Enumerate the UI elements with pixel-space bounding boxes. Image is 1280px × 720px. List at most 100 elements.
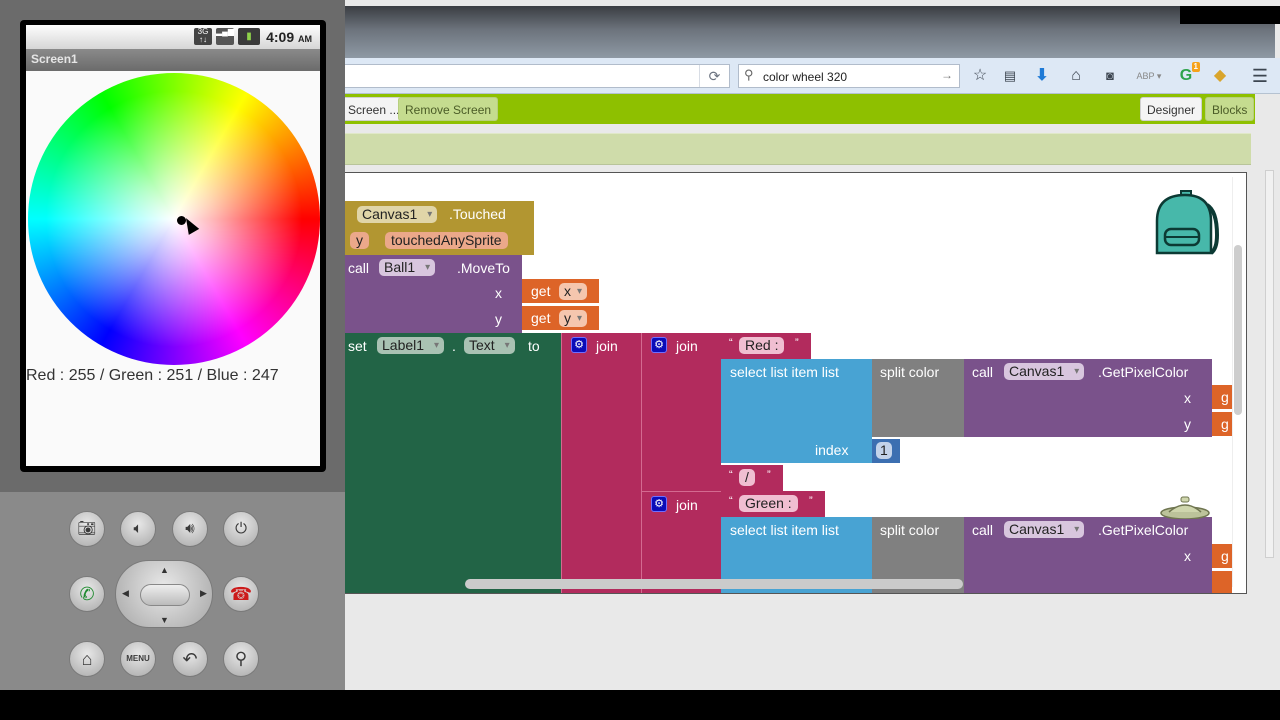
text-green-field[interactable]: Green :	[739, 495, 798, 512]
add-screen-button[interactable]: Screen ...	[341, 97, 407, 121]
backpack-icon[interactable]	[1153, 187, 1220, 259]
ball-moveto-block[interactable]: call Ball1 .MoveTo x y	[345, 255, 522, 333]
menu-button[interactable]: MENU	[120, 641, 156, 677]
index-value[interactable]: 1	[876, 442, 892, 459]
search-go-icon[interactable]: →	[941, 68, 953, 82]
blocks-workspace[interactable]: Canvas1 .Touched y touchedAnySprite call…	[345, 172, 1247, 594]
set-component-dropdown[interactable]: Label1	[377, 337, 445, 354]
get-block-partial[interactable]: g	[1212, 385, 1232, 409]
get-y-block[interactable]: get y	[522, 306, 599, 330]
set-property-dropdown[interactable]: Text	[464, 337, 515, 354]
extension-icon[interactable]: ◆	[1209, 66, 1231, 86]
app-inventor-band	[345, 133, 1251, 165]
android-status-bar: 3G ↑↓ ▂▄▆ ▮ 4:09 AM	[26, 25, 320, 49]
text-green-block[interactable]: “ Green : ”	[721, 491, 825, 517]
end-call-button[interactable]: ☎	[223, 576, 259, 612]
get-pixel-color-block-green[interactable]: call Canvas1 .GetPixelColor x	[964, 517, 1212, 593]
text-slash-field[interactable]: /	[739, 469, 755, 486]
call-button[interactable]: ✆	[69, 576, 105, 612]
get-x-block[interactable]: get x	[522, 279, 599, 303]
volume-up-icon: 🔊︎	[185, 520, 195, 537]
select-list-item-block-red[interactable]: select list item list index	[721, 359, 872, 463]
adblock-icon[interactable]: ABP ▾	[1133, 66, 1165, 86]
mutator-gear-icon[interactable]: ⚙	[571, 337, 587, 353]
app-inventor-toolbar: Screen ... Remove Screen Designer Blocks	[341, 94, 1255, 124]
workspace-vertical-scrollbar[interactable]	[1234, 245, 1242, 415]
getpixel-y-label: y	[1184, 416, 1191, 432]
trash-icon[interactable]	[1159, 495, 1211, 520]
search-bar[interactable]: ⚲ color wheel 320 →	[738, 64, 960, 88]
remove-screen-button[interactable]: Remove Screen	[398, 97, 499, 121]
param-y[interactable]: y	[350, 232, 369, 249]
back-button[interactable]: ↶	[172, 641, 208, 677]
getpixel-x-label: x	[1184, 548, 1191, 564]
blocks-button[interactable]: Blocks	[1205, 97, 1255, 121]
search-button[interactable]: ⚲	[223, 641, 259, 677]
join-keyword: join	[676, 497, 698, 513]
home-icon[interactable]: ⌂	[1065, 66, 1087, 86]
screen: ⟳ ⚲ color wheel 320 → ☆ ▤ ⬇ ⌂ ◙ ABP ▾ G1…	[0, 0, 1280, 720]
workspace-horizontal-scrollbar[interactable]	[465, 579, 963, 589]
get-y-dropdown[interactable]: y	[559, 310, 587, 327]
getpixel-component-dropdown[interactable]: Canvas1	[1004, 521, 1085, 538]
get-pixel-color-block-red[interactable]: call Canvas1 .GetPixelColor x y	[964, 359, 1212, 437]
set-label-text-block[interactable]: set Label1 . Text to	[345, 333, 561, 593]
canvas-touched-event-block[interactable]: Canvas1 .Touched y touchedAnySprite	[345, 201, 534, 255]
inner-join-block-1[interactable]: ⚙ join	[641, 333, 721, 491]
event-component-dropdown[interactable]: Canvas1	[357, 206, 438, 223]
power-button[interactable]: ⏻	[223, 511, 259, 547]
get-x-dropdown[interactable]: x	[559, 283, 587, 300]
dpad-center-button[interactable]	[140, 584, 190, 606]
quote-close: ”	[767, 469, 771, 481]
end-call-icon: ☎	[229, 584, 253, 604]
bookmark-star-icon[interactable]: ☆	[969, 66, 991, 86]
page-scrollbar[interactable]	[1265, 170, 1274, 558]
volume-down-button[interactable]: 🔈︎	[120, 511, 156, 547]
text-red-block[interactable]: “ Red : ”	[721, 333, 811, 359]
get-keyword: g	[1221, 416, 1229, 432]
text-slash-block[interactable]: “ / ”	[721, 465, 783, 491]
mouse-cursor-icon	[180, 215, 200, 235]
param-touched-any-sprite[interactable]: touchedAnySprite	[385, 232, 508, 249]
download-icon[interactable]: ⬇	[1031, 66, 1053, 86]
signal-icon: ▂▄▆	[216, 28, 234, 45]
camera-button[interactable]: 📷︎	[69, 511, 105, 547]
outer-join-block[interactable]: ⚙ join	[561, 333, 641, 593]
reload-icon[interactable]: ⟳	[699, 65, 729, 87]
dpad-down-icon[interactable]: ▼	[160, 615, 169, 625]
home-button[interactable]: ⌂	[69, 641, 105, 677]
mutator-gear-icon[interactable]: ⚙	[651, 337, 667, 353]
moveto-component-dropdown[interactable]: Ball1	[379, 259, 436, 276]
dpad[interactable]: ▲ ▼ ◀ ▶	[115, 560, 213, 628]
browser-window: ⟳ ⚲ color wheel 320 → ☆ ▤ ⬇ ⌂ ◙ ABP ▾ G1…	[341, 0, 1280, 690]
number-block[interactable]: 1	[872, 439, 900, 463]
app-body: Red : 255 / Green : 251 / Blue : 247	[26, 71, 320, 466]
mutator-gear-icon[interactable]: ⚙	[651, 496, 667, 512]
get-block-partial[interactable]: g	[1212, 412, 1232, 436]
text-red-field[interactable]: Red :	[739, 337, 785, 354]
volume-up-button[interactable]: 🔊︎	[172, 511, 208, 547]
browser-titlebar	[345, 6, 1275, 58]
dpad-right-icon[interactable]: ▶	[200, 588, 207, 599]
set-dot: .	[452, 338, 456, 354]
get-block-partial[interactable]: g	[1212, 544, 1232, 568]
pocket-icon[interactable]: ◙	[1099, 66, 1121, 86]
url-bar[interactable]: ⟳	[345, 64, 730, 88]
menu-icon[interactable]: ☰	[1249, 66, 1271, 86]
search-input[interactable]: color wheel 320	[763, 70, 847, 84]
emulator-screen: 3G ↑↓ ▂▄▆ ▮ 4:09 AM Screen1 Red : 255 / G…	[20, 20, 326, 472]
reading-list-icon[interactable]: ▤	[999, 66, 1021, 86]
color-wheel-canvas[interactable]	[28, 73, 320, 365]
menu-label: MENU	[126, 654, 150, 663]
getpixel-method: .GetPixelColor	[1098, 364, 1189, 380]
get-block-partial[interactable]	[1212, 571, 1232, 593]
quote-open: “	[729, 337, 733, 349]
dpad-left-icon[interactable]: ◀	[122, 588, 129, 599]
camera-icon: 📷︎	[77, 520, 97, 537]
grammarly-icon[interactable]: G1	[1175, 62, 1200, 86]
designer-button[interactable]: Designer	[1140, 97, 1203, 121]
getpixel-component-dropdown[interactable]: Canvas1	[1004, 363, 1085, 380]
get-keyword: g	[1221, 389, 1229, 405]
split-color-block-red[interactable]: split color	[872, 359, 964, 437]
dpad-up-icon[interactable]: ▲	[160, 565, 169, 575]
